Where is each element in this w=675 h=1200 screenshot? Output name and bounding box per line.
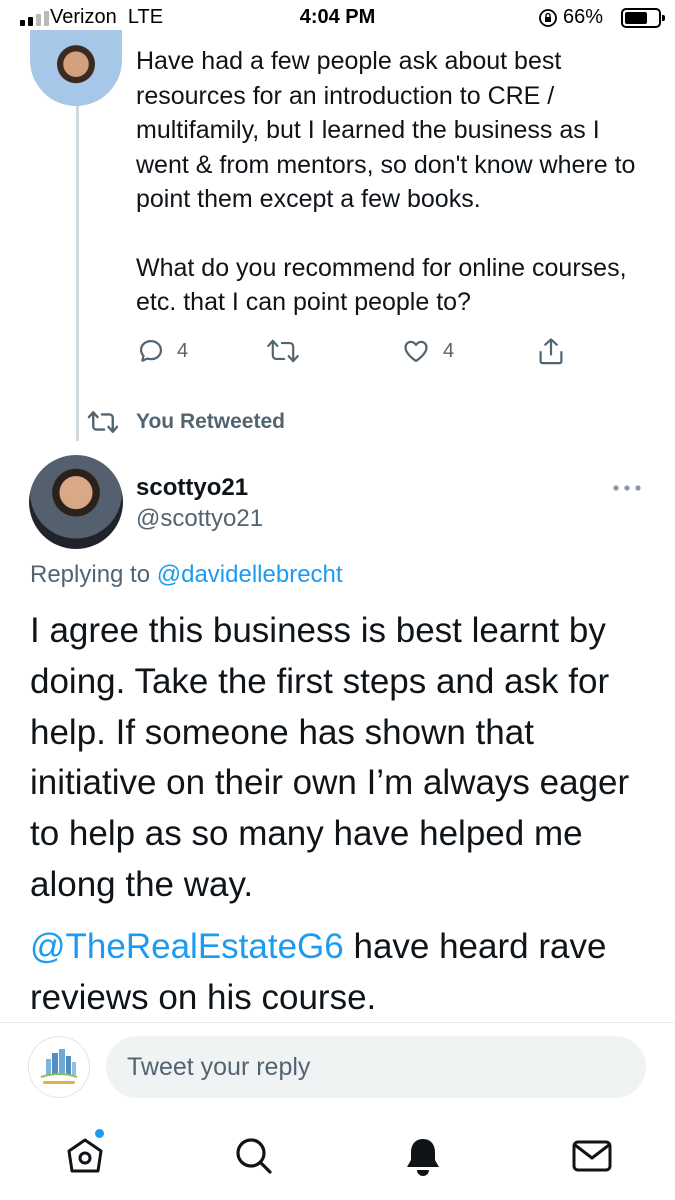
nav-home[interactable] [63, 1134, 107, 1178]
messages-icon [572, 1140, 612, 1172]
nav-notifications[interactable] [401, 1134, 445, 1178]
reply-count: 4 [177, 339, 189, 362]
like-action[interactable]: 4 [401, 334, 454, 368]
search-icon [236, 1138, 272, 1174]
tweet-paragraph: @TheRealEstateG6 have heard rave reviews… [30, 922, 655, 1024]
retweet-icon [267, 339, 299, 363]
new-content-indicator [95, 1129, 104, 1138]
retweet-indicator-label: You Retweeted [136, 410, 285, 433]
retweet-icon [87, 411, 119, 433]
more-options-icon[interactable] [612, 484, 642, 492]
retweet-indicator: You Retweeted [86, 409, 285, 435]
like-icon [404, 340, 428, 363]
reply-action[interactable]: 4 [137, 334, 188, 368]
retweet-action[interactable] [266, 334, 300, 368]
share-icon [539, 338, 563, 365]
author-handle[interactable]: @scottyo21 [136, 505, 263, 533]
parent-author-avatar[interactable] [30, 30, 122, 106]
share-action[interactable] [537, 334, 565, 368]
author-name[interactable]: scottyo21 [136, 474, 248, 502]
current-user-avatar[interactable] [28, 1036, 90, 1098]
parent-tweet-paragraph: Have had a few people ask about best res… [136, 47, 636, 213]
nav-search[interactable] [232, 1134, 276, 1178]
tweet-text: I agree this business is best learnt by … [30, 606, 655, 1023]
tweet-mention[interactable]: @TheRealEstateG6 [30, 927, 344, 966]
like-count: 4 [443, 339, 455, 362]
reply-input[interactable]: Tweet your reply [106, 1036, 646, 1098]
tweet-paragraph: I agree this business is best learnt by … [30, 611, 630, 904]
replying-to: Replying to @davidellebrecht [30, 561, 343, 589]
reply-input-placeholder: Tweet your reply [127, 1052, 311, 1081]
home-icon [67, 1138, 103, 1173]
battery-percentage: 66% [563, 6, 604, 28]
nav-messages[interactable] [570, 1134, 614, 1178]
orientation-lock-icon [539, 9, 557, 27]
reply-icon [139, 339, 163, 362]
replying-to-label: Replying to [30, 561, 151, 588]
replying-to-mention[interactable]: @davidellebrecht [157, 561, 343, 588]
battery-icon [621, 8, 665, 28]
parent-tweet-text: Have had a few people ask about best res… [136, 44, 656, 320]
thread-connector-line [76, 86, 79, 441]
real-estate-logo-icon [40, 1049, 78, 1084]
divider [0, 1022, 675, 1023]
parent-tweet-paragraph: What do you recommend for online courses… [136, 253, 627, 317]
notifications-icon [407, 1139, 439, 1176]
author-avatar[interactable] [29, 455, 123, 549]
